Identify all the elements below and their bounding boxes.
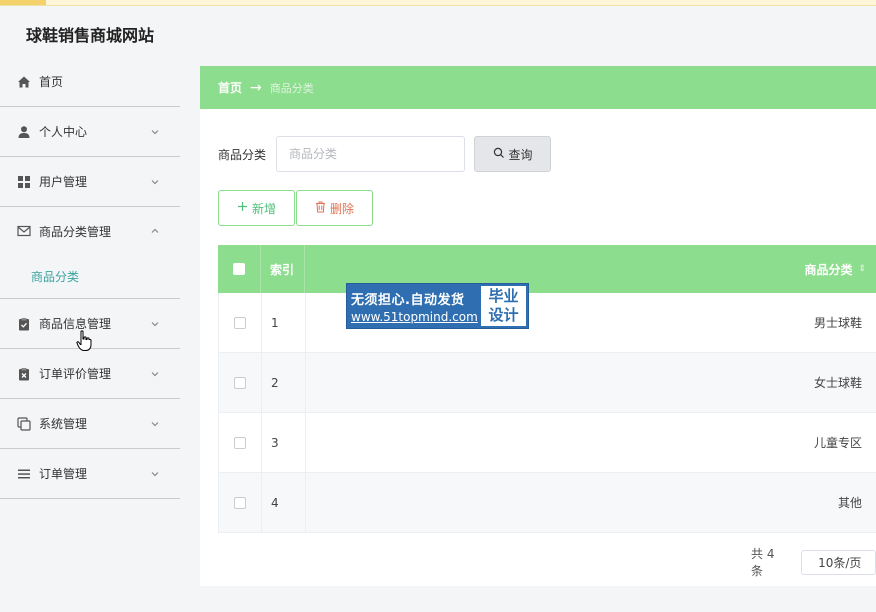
breadcrumb-current: 商品分类 [269, 81, 314, 95]
row-checkbox[interactable] [234, 436, 246, 449]
row-checkbox-cell [219, 293, 262, 352]
sidebar-item-system[interactable]: 系统管理 [0, 399, 180, 449]
pagination: 共 4 条 10条/页 [751, 545, 876, 579]
row-checkbox-cell [219, 413, 262, 472]
sidebar-item-label: 系统管理 [39, 417, 88, 431]
table-row[interactable]: 3 儿童专区 [218, 413, 876, 473]
select-all-checkbox[interactable] [233, 263, 245, 275]
breadcrumb-home[interactable]: 首页 [218, 79, 242, 96]
sidebar-item-orders[interactable]: 订单管理 [0, 449, 180, 499]
top-notification-strip [0, 0, 876, 6]
search-row: 商品分类 查询 [218, 136, 552, 172]
sidebar-item-category-management[interactable]: 商品分类管理 [0, 207, 180, 255]
row-category: 儿童专区 [813, 436, 862, 450]
row-category: 其他 [837, 496, 862, 510]
chevron-down-icon [150, 127, 160, 137]
pagination-total: 共 4 条 [751, 547, 775, 578]
page-size-select[interactable]: 10条/页 [801, 549, 876, 575]
envelope-icon [17, 224, 31, 238]
row-index: 2 [262, 353, 306, 412]
row-checkbox[interactable] [234, 316, 246, 329]
watermark-link[interactable]: www.51topmind.com [351, 310, 479, 324]
sidebar-subitem-category[interactable]: 商品分类 [0, 255, 180, 299]
header-category-label: 商品分类 [804, 262, 853, 277]
delete-button-label: 删除 [329, 201, 354, 216]
query-button[interactable]: 查询 [474, 136, 552, 172]
chevron-down-icon [150, 177, 160, 187]
breadcrumb: 首页 → 商品分类 [200, 66, 876, 109]
clipboard-x-icon [17, 367, 31, 381]
sidebar-item-home[interactable]: 首页 [0, 57, 180, 107]
search-icon [493, 147, 509, 162]
chevron-down-icon [150, 369, 160, 379]
search-label: 商品分类 [218, 147, 267, 162]
watermark-badge: 毕业 设计 [481, 286, 526, 326]
row-index: 1 [262, 293, 306, 352]
chevron-down-icon [150, 319, 160, 329]
header-index: 索引 [261, 245, 305, 293]
sidebar-item-label: 首页 [39, 75, 64, 89]
sidebar-item-order-review[interactable]: 订单评价管理 [0, 349, 180, 399]
row-category: 女士球鞋 [813, 376, 862, 390]
copy-icon [17, 416, 31, 431]
home-icon [17, 75, 31, 89]
sidebar-item-label: 订单评价管理 [39, 367, 112, 381]
sidebar-subitem-label: 商品分类 [31, 270, 80, 284]
sidebar-item-label: 个人中心 [39, 125, 88, 139]
chevron-down-icon [150, 469, 160, 479]
sidebar-item-personal-center[interactable]: 个人中心 [0, 107, 180, 157]
strip-accent [0, 0, 46, 5]
delete-button[interactable]: 删除 [296, 190, 373, 226]
clipboard-check-icon [17, 317, 31, 331]
category-table: 索引 商品分类 ⇕ 1 男士球鞋 2 女士球鞋 3 儿童专区 4 其他 [218, 245, 876, 533]
watermark-line1: 无须担心.自动发货 [351, 292, 465, 308]
watermark-banner: 无须担心.自动发货 www.51topmind.com 毕业 设计 [346, 283, 529, 329]
sidebar-item-label: 商品信息管理 [39, 317, 112, 331]
sidebar-item-label: 订单管理 [39, 467, 88, 481]
row-checkbox-cell [219, 473, 262, 532]
trash-icon [315, 201, 326, 216]
query-button-label: 查询 [508, 147, 533, 162]
row-checkbox[interactable] [234, 376, 246, 389]
breadcrumb-arrow-icon: → [250, 79, 262, 96]
page-size-value: 10条/页 [818, 555, 862, 570]
sidebar-item-label: 商品分类管理 [39, 224, 112, 239]
row-index: 3 [262, 413, 306, 472]
main-content: 首页 → 商品分类 商品分类 查询 新增 删除 索引 商品分类 ⇕ [200, 66, 876, 586]
menu-lines-icon [17, 467, 31, 481]
add-button[interactable]: 新增 [218, 190, 295, 226]
watermark-text: 无须担心.自动发货 www.51topmind.com [347, 284, 479, 328]
row-index: 4 [262, 473, 306, 532]
category-search-input[interactable] [276, 136, 466, 172]
watermark-badge-line2: 设计 [488, 306, 519, 324]
table-header: 索引 商品分类 ⇕ [218, 245, 876, 293]
header-checkbox-cell [218, 245, 261, 293]
sidebar-item-label: 用户管理 [39, 175, 88, 189]
add-button-label: 新增 [251, 201, 276, 216]
grid-icon [17, 175, 31, 189]
table-row[interactable]: 2 女士球鞋 [218, 353, 876, 413]
sidebar-item-user-management[interactable]: 用户管理 [0, 157, 180, 207]
plus-icon [237, 201, 248, 215]
row-checkbox[interactable] [234, 496, 246, 509]
user-icon [17, 125, 31, 139]
table-row[interactable]: 1 男士球鞋 [218, 293, 876, 353]
hand-cursor-icon [76, 330, 92, 352]
chevron-down-icon [150, 419, 160, 429]
watermark-badge-line1: 毕业 [488, 287, 519, 305]
table-row[interactable]: 4 其他 [218, 473, 876, 533]
action-row: 新增 删除 [218, 190, 373, 226]
row-checkbox-cell [219, 353, 262, 412]
chevron-up-icon [150, 226, 160, 236]
app-title: 球鞋销售商城网站 [26, 26, 155, 45]
sort-icon[interactable]: ⇕ [858, 264, 866, 274]
